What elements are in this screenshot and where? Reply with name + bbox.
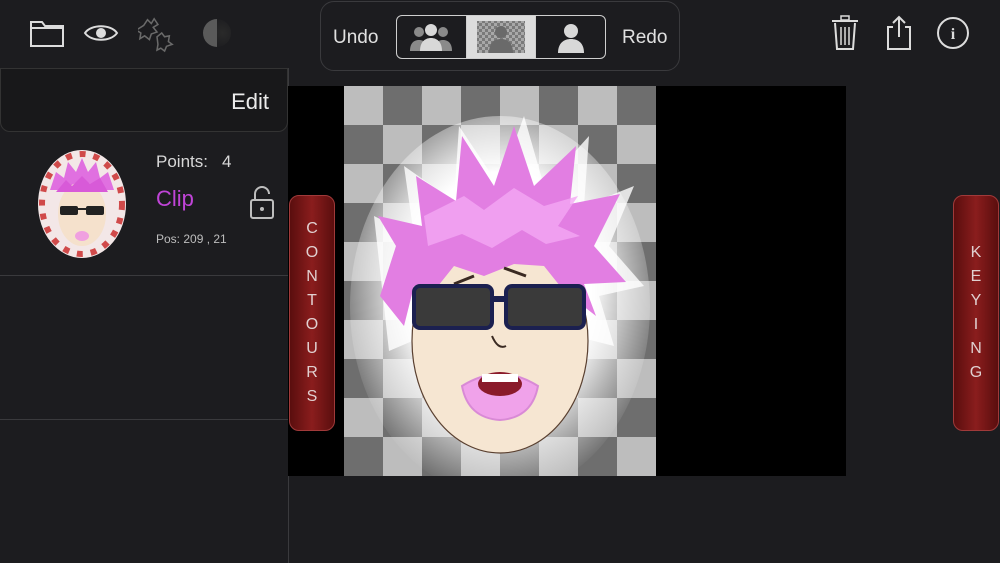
sidebar-header: Edit	[0, 68, 288, 132]
segment-all-layers[interactable]	[397, 16, 466, 58]
editing-canvas[interactable]	[288, 86, 846, 476]
trash-icon[interactable]	[826, 14, 864, 52]
contours-tab-label: CONTOURS	[305, 220, 319, 405]
undo-redo-group: Undo Redo	[320, 1, 680, 71]
undo-button[interactable]: Undo	[333, 27, 378, 49]
layer-row[interactable]: Points: 4 Clip Pos: 209 , 21	[0, 132, 288, 276]
person-on-checker-icon	[477, 21, 525, 53]
keying-tab-label: KEYING	[969, 244, 983, 381]
share-icon[interactable]	[880, 14, 918, 52]
face-cutout	[350, 116, 650, 476]
segment-single-layer[interactable]	[535, 16, 605, 58]
keying-tab[interactable]: KEYING	[953, 195, 999, 431]
info-icon[interactable]: i	[934, 14, 972, 52]
top-toolbar: Undo Redo i	[0, 0, 1000, 71]
svg-text:i: i	[951, 26, 956, 43]
clipped-image[interactable]	[344, 86, 656, 476]
edit-button[interactable]: Edit	[231, 89, 269, 115]
divider	[0, 275, 288, 276]
points-label: Points:	[156, 152, 208, 171]
view-mode-segmented-control[interactable]	[396, 15, 606, 59]
lock-icon[interactable]	[248, 184, 276, 220]
eye-icon[interactable]	[82, 14, 120, 52]
segment-cutout[interactable]	[465, 16, 536, 58]
contrast-icon[interactable]	[198, 14, 236, 52]
layers-sidebar: Edit Points: 4 Clip Pos: 209 , 21	[0, 68, 289, 563]
points-value: 4	[222, 152, 232, 171]
group-icon	[410, 24, 453, 51]
person-icon	[557, 24, 584, 53]
layer-name[interactable]: Clip	[156, 186, 194, 212]
divider	[0, 419, 288, 420]
puzzle-icon[interactable]	[138, 14, 176, 53]
contours-tab[interactable]: CONTOURS	[289, 195, 335, 431]
folder-icon[interactable]	[28, 14, 66, 52]
redo-button[interactable]: Redo	[622, 27, 667, 49]
layer-thumbnail	[38, 150, 126, 258]
layer-position: Pos: 209 , 21	[156, 232, 227, 246]
